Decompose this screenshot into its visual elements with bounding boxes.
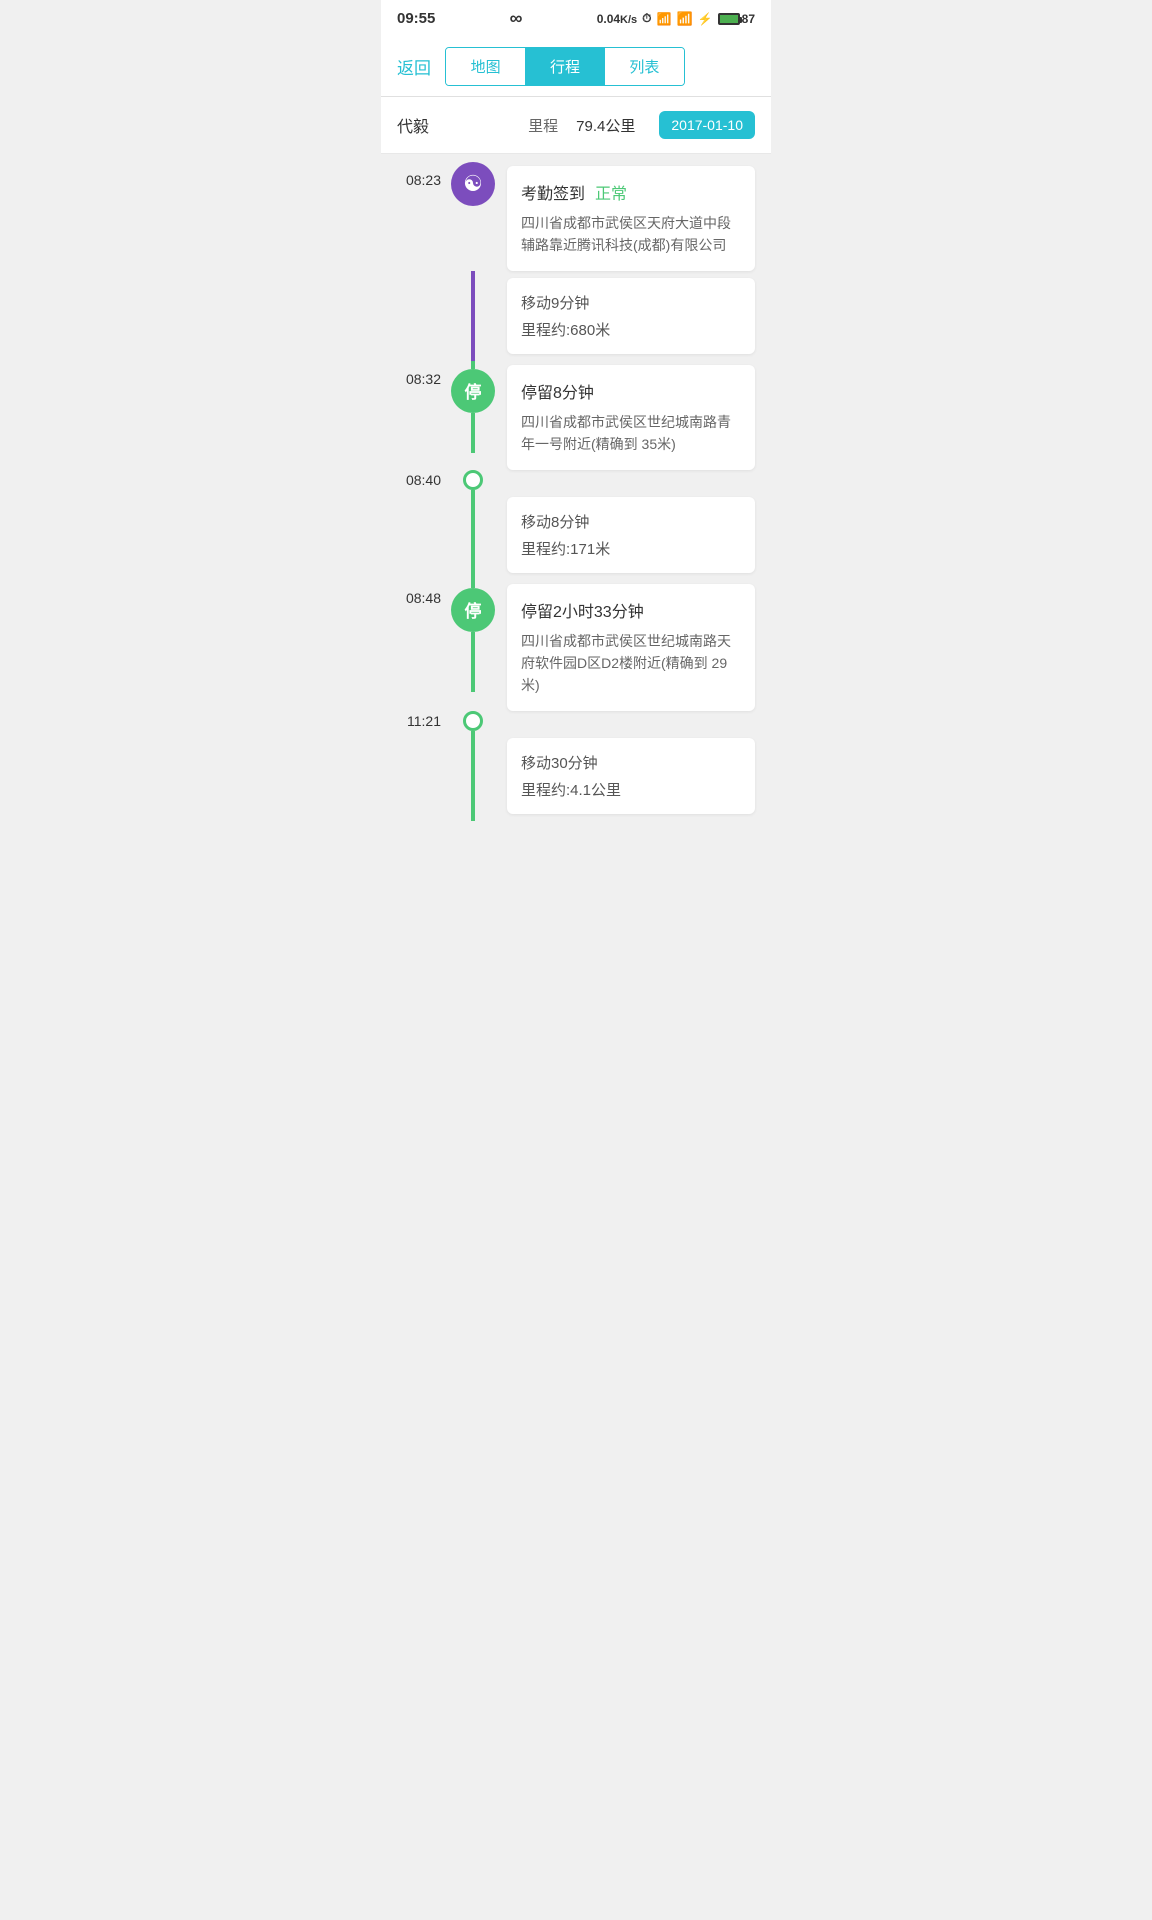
end-time-stop2: 11:21 — [381, 711, 771, 731]
mileage-value: 79.4公里 — [576, 115, 635, 136]
status-bar: 09:55 ∞ 0.04K/s ⏱ 📶 📶 ⚡ 87 — [381, 0, 771, 37]
event-content-stop1: 停留8分钟 四川省成都市武侯区世纪城南路青年一号附近(精确到 35米) — [507, 361, 771, 470]
event-content-stop2: 停留2小时33分钟 四川省成都市武侯区世纪城南路天府软件园D区D2楼附近(精确到… — [507, 580, 771, 711]
wifi-icon: 📶 — [657, 12, 672, 26]
movement-distance-2: 里程约:171米 — [521, 538, 741, 559]
event-card-stop2: 停留2小时33分钟 四川省成都市武侯区世纪城南路天府软件园D区D2楼附近(精确到… — [507, 584, 755, 711]
movement-duration-1: 移动9分钟 — [521, 292, 741, 313]
event-stop-2: 08:48 停 停留2小时33分钟 四川省成都市武侯区世纪城南路天府软件园D区D… — [381, 580, 771, 711]
movement-card-1: 移动9分钟 里程约:680米 — [507, 278, 755, 354]
battery-icon: 87 — [718, 12, 755, 26]
time-0840: 08:40 — [381, 472, 451, 488]
dot-end-stop1 — [463, 470, 483, 490]
info-row: 代毅 里程 79.4公里 2017-01-10 — [381, 97, 771, 154]
event-card-stop1: 停留8分钟 四川省成都市武侯区世纪城南路青年一号附近(精确到 35米) — [507, 365, 755, 470]
node-checkin: ☯ — [451, 162, 495, 206]
event-card-checkin: 考勤签到 正常 四川省成都市武侯区天府大道中段辅路靠近腾讯科技(成都)有限公司 — [507, 166, 755, 271]
event-address-checkin: 四川省成都市武侯区天府大道中段辅路靠近腾讯科技(成都)有限公司 — [521, 212, 741, 257]
back-button[interactable]: 返回 — [397, 54, 445, 79]
speed-value: 0.04K/s — [597, 12, 637, 26]
tab-group: 地图 行程 列表 — [445, 47, 685, 86]
event-address-stop1: 四川省成都市武侯区世纪城南路青年一号附近(精确到 35米) — [521, 411, 741, 456]
clock-icon: ⏱ — [642, 11, 651, 26]
dot-end-stop2 — [463, 711, 483, 731]
movement-content-2: 移动8分钟 里程约:171米 — [507, 490, 771, 580]
tab-list[interactable]: 列表 — [605, 48, 684, 85]
header-nav: 返回 地图 行程 列表 — [381, 37, 771, 97]
time-0848: 08:48 — [381, 580, 451, 606]
event-title-checkin: 考勤签到 正常 — [521, 180, 741, 204]
trip-date[interactable]: 2017-01-10 — [659, 111, 755, 139]
movement-duration-3: 移动30分钟 — [521, 752, 741, 773]
status-time: 09:55 — [397, 10, 435, 27]
event-content-checkin: 考勤签到 正常 四川省成都市武侯区天府大道中段辅路靠近腾讯科技(成都)有限公司 — [507, 162, 771, 271]
node-stop-1: 停 — [451, 369, 495, 413]
time-1121: 11:21 — [381, 713, 451, 729]
movement-content-1: 移动9分钟 里程约:680米 — [507, 271, 771, 361]
event-title-stop1: 停留8分钟 — [521, 379, 741, 403]
movement-card-2: 移动8分钟 里程约:171米 — [507, 497, 755, 573]
movement-3: 移动30分钟 里程约:4.1公里 — [381, 731, 771, 821]
stop-icon-2: 停 — [465, 597, 482, 622]
charging-icon: ⚡ — [698, 12, 713, 26]
timeline: 08:23 ☯ 考勤签到 正常 四川省成都市武侯区天府大道中段辅路靠近腾讯科技(… — [381, 154, 771, 821]
movement-distance-3: 里程约:4.1公里 — [521, 779, 741, 800]
movement-card-3: 移动30分钟 里程约:4.1公里 — [507, 738, 755, 814]
event-checkin: 08:23 ☯ 考勤签到 正常 四川省成都市武侯区天府大道中段辅路靠近腾讯科技(… — [381, 162, 771, 271]
movement-2: 移动8分钟 里程约:171米 — [381, 490, 771, 580]
end-time-stop1: 08:40 — [381, 470, 771, 490]
movement-1: 移动9分钟 里程约:680米 — [381, 271, 771, 361]
mileage-label: 里程 — [528, 115, 558, 136]
time-0832: 08:32 — [381, 361, 451, 387]
stop-icon-1: 停 — [465, 378, 482, 403]
node-stop-2: 停 — [451, 588, 495, 632]
event-stop-1: 08:32 停 停留8分钟 四川省成都市武侯区世纪城南路青年一号附近(精确到 3… — [381, 361, 771, 470]
movement-distance-1: 里程约:680米 — [521, 319, 741, 340]
movement-content-3: 移动30分钟 里程约:4.1公里 — [507, 731, 771, 821]
driver-name: 代毅 — [397, 113, 429, 137]
signal-icon: 📶 — [677, 11, 693, 27]
status-normal: 正常 — [595, 180, 627, 204]
event-address-stop2: 四川省成都市武侯区世纪城南路天府软件园D区D2楼附近(精确到 29米) — [521, 630, 741, 697]
time-0823: 08:23 — [381, 162, 451, 188]
fingerprint-icon: ☯ — [463, 171, 483, 197]
tab-trip[interactable]: 行程 — [525, 48, 604, 85]
event-title-stop2: 停留2小时33分钟 — [521, 598, 741, 622]
status-right: 0.04K/s ⏱ 📶 📶 ⚡ 87 — [597, 11, 755, 27]
tab-map[interactable]: 地图 — [446, 48, 525, 85]
infinity-icon: ∞ — [510, 8, 523, 29]
movement-duration-2: 移动8分钟 — [521, 511, 741, 532]
